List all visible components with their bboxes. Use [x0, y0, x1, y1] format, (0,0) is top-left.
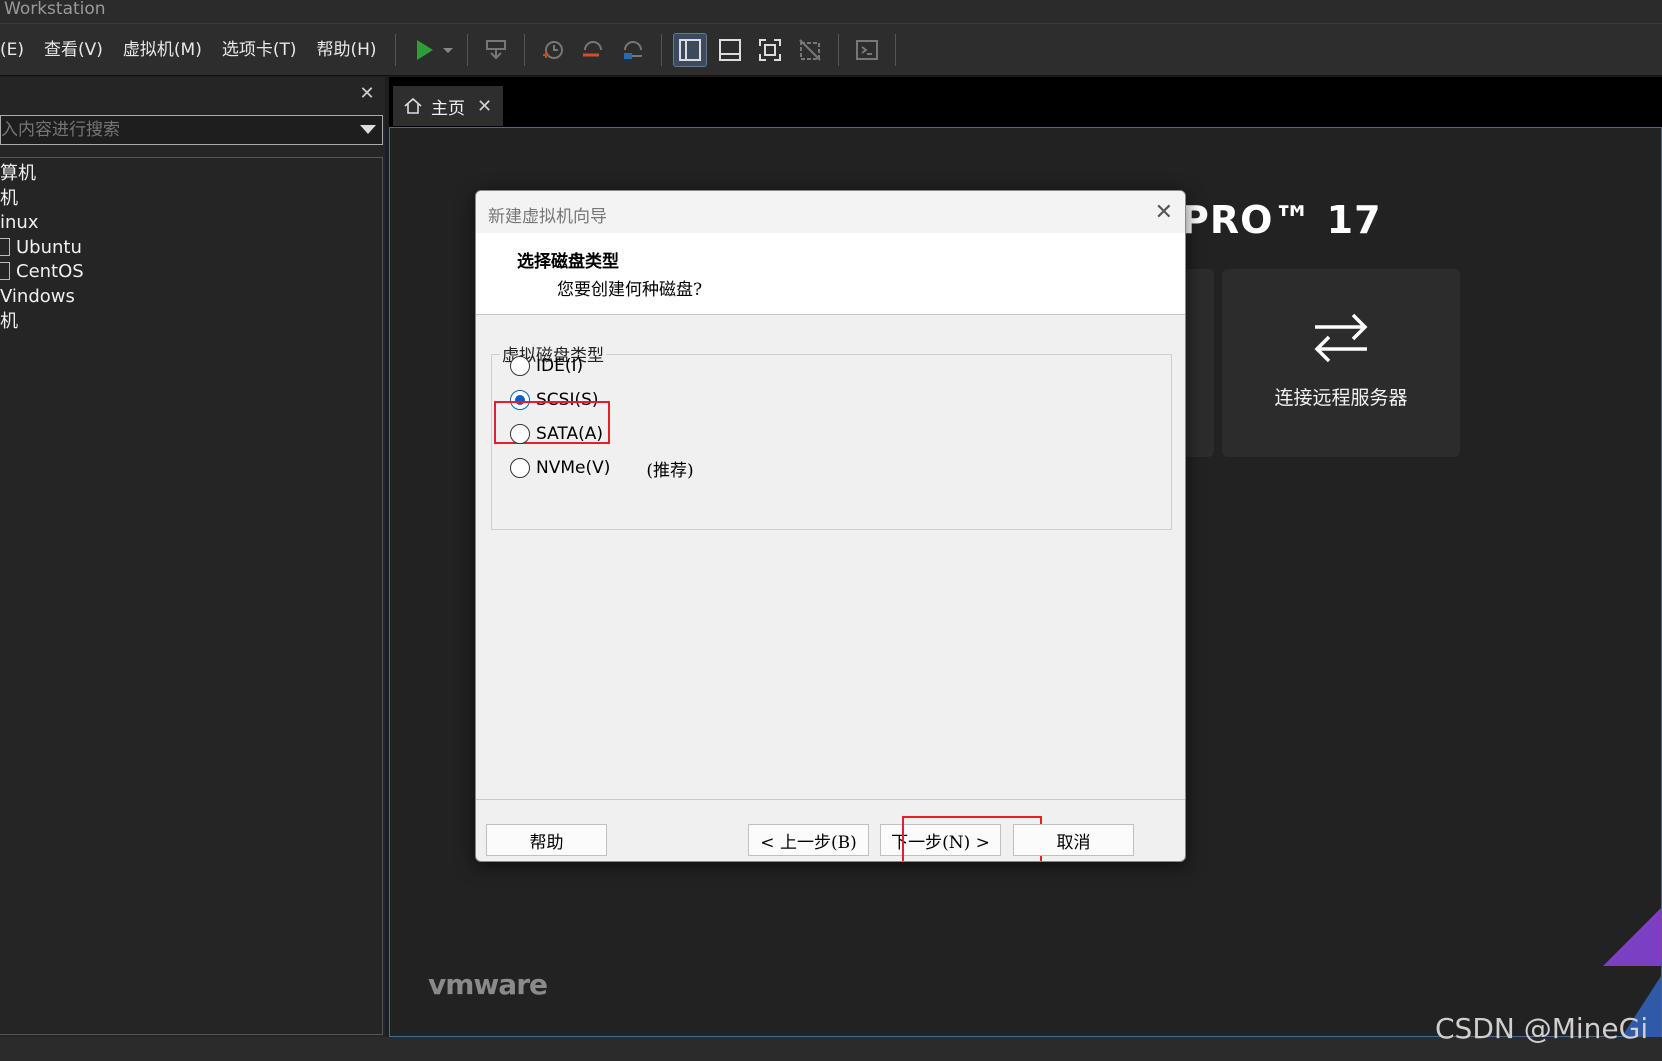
fullscreen-button[interactable]: [753, 33, 787, 67]
dialog-title-bar: 新建虚拟机向导 ✕: [476, 191, 1185, 233]
back-button[interactable]: < 上一步(B): [748, 824, 869, 856]
unity-button[interactable]: [793, 33, 827, 67]
connect-remote-server-card[interactable]: 连接远程服务器: [1222, 269, 1460, 457]
menu-view[interactable]: 查看(V): [34, 24, 113, 76]
tree-item-centos[interactable]: CentOS: [0, 259, 84, 285]
menu-vm[interactable]: 虚拟机(M): [113, 24, 212, 76]
fullscreen-icon: [758, 38, 781, 61]
step-subheading: 您要创建何种磁盘?: [557, 280, 703, 300]
dialog-footer: 帮助 < 上一步(B) 下一步(N) > 取消: [476, 799, 1185, 861]
menu-edit[interactable]: (E): [0, 24, 34, 76]
library-tree: 算机 机 inux Ubuntu CentOS Vindows 机: [0, 157, 383, 1035]
tree-item-ubuntu[interactable]: Ubuntu: [0, 235, 82, 261]
radio-ide[interactable]: [510, 356, 530, 376]
toolbar-separator: [466, 33, 468, 66]
power-on-button[interactable]: [407, 33, 441, 67]
unity-disabled-icon: [798, 38, 821, 61]
vmware-logo: vmware: [428, 968, 548, 1001]
toolbar-separator: [394, 33, 396, 66]
toolbar-separator: [660, 33, 662, 66]
menu-tabs[interactable]: 选项卡(T): [212, 24, 307, 76]
vm-icon: [0, 238, 10, 256]
tree-item-linux[interactable]: inux: [0, 210, 38, 236]
dialog-header: 选择磁盘类型 您要创建何种磁盘?: [476, 233, 1185, 315]
toolbar-separator: [523, 33, 525, 66]
chevron-down-icon: [442, 47, 453, 53]
close-library-button[interactable]: ✕: [358, 85, 376, 103]
sidebar-layout-icon: [678, 38, 701, 61]
menu-help[interactable]: 帮助(H): [307, 24, 387, 76]
toolbar-separator: [837, 33, 839, 66]
toolbar-separator: [894, 33, 896, 66]
send-ctrl-alt-del-button[interactable]: [479, 33, 513, 67]
thumbnail-bar-button[interactable]: [713, 33, 747, 67]
product-brand: PRO™ 17: [1181, 198, 1382, 242]
keyboard-icon: [485, 39, 506, 59]
library-search: [0, 115, 383, 145]
status-bar: [0, 1037, 1662, 1061]
step-heading: 选择磁盘类型: [517, 252, 619, 272]
option-label: NVMe(V): [536, 458, 611, 478]
home-icon: [404, 97, 422, 114]
cancel-button[interactable]: 取消: [1013, 824, 1134, 856]
tab-close-icon[interactable]: ✕: [477, 96, 492, 117]
tree-item-label: CentOS: [16, 261, 84, 282]
tree-item-my-computer[interactable]: 算机: [0, 161, 36, 187]
vm-icon: [0, 262, 10, 280]
option-sata[interactable]: SATA(A): [510, 421, 603, 447]
radio-sata[interactable]: [510, 424, 530, 444]
library-sidebar: ✕ 算机 机 inux Ubuntu CentOS Vindows 机: [0, 77, 385, 1037]
card-label: 连接远程服务器: [1274, 387, 1408, 409]
terminal-icon: [855, 39, 878, 60]
bottom-panel-icon: [718, 38, 741, 61]
library-search-input[interactable]: [1, 116, 341, 144]
snapshot-icon: [542, 40, 563, 59]
show-library-button[interactable]: [672, 32, 707, 67]
new-vm-wizard-dialog: 新建虚拟机向导 ✕ 选择磁盘类型 您要创建何种磁盘? 虚拟磁盘类型 IDE(I)…: [475, 190, 1186, 862]
option-label: SATA(A): [536, 424, 604, 444]
swap-arrows-icon: [1314, 313, 1368, 363]
window-title-bar: Workstation: [0, 0, 1662, 24]
revert-snapshot-button[interactable]: [576, 33, 610, 67]
option-ide[interactable]: IDE(I): [510, 353, 583, 379]
recommended-note: (推荐): [646, 460, 694, 481]
tab-home[interactable]: 主页 ✕: [393, 86, 503, 126]
power-dropdown-button[interactable]: [440, 33, 456, 67]
dialog-close-icon[interactable]: ✕: [1155, 200, 1173, 225]
revert-icon: [582, 40, 602, 56]
tree-item-label: Ubuntu: [16, 237, 82, 258]
window-title: Workstation: [4, 0, 106, 19]
console-view-button[interactable]: [850, 33, 884, 67]
take-snapshot-button[interactable]: [536, 33, 570, 67]
tree-item-windows[interactable]: Vindows: [0, 284, 75, 310]
tree-item-vm-group[interactable]: 机: [0, 186, 18, 212]
play-icon: [416, 39, 433, 60]
snapshot-manager-button[interactable]: [616, 33, 650, 67]
option-nvme[interactable]: NVMe(V) (推荐): [510, 455, 694, 481]
tree-item-shared-vms[interactable]: 机: [0, 309, 18, 335]
decorative-triangle: [1603, 908, 1661, 966]
option-label: IDE(I): [536, 356, 584, 376]
dialog-title: 新建虚拟机向导: [488, 207, 607, 227]
watermark: CSDN @MineGi: [1435, 1012, 1649, 1045]
help-button[interactable]: 帮助: [486, 824, 607, 856]
snapshot-manager-icon: [623, 40, 642, 59]
tab-label: 主页: [431, 98, 465, 119]
radio-nvme[interactable]: [510, 458, 530, 478]
menu-toolbar: (E) 查看(V) 虚拟机(M) 选项卡(T) 帮助(H): [0, 24, 1662, 76]
search-dropdown-icon[interactable]: [360, 125, 376, 134]
